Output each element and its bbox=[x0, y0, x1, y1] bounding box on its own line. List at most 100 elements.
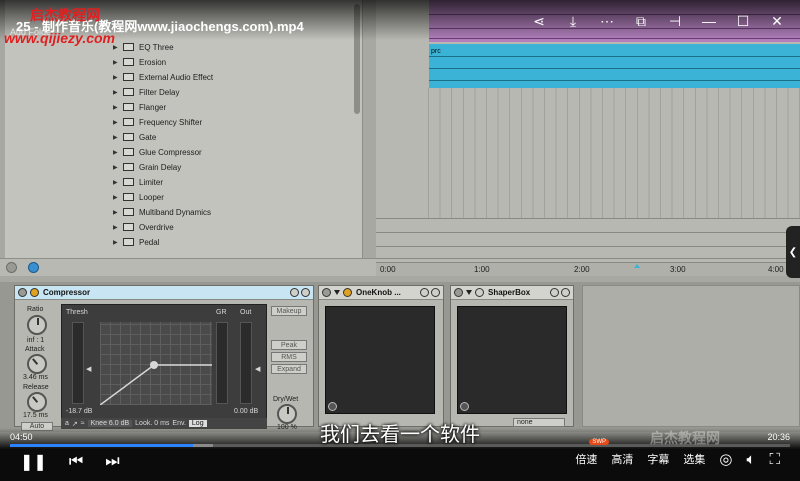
timeline-tick: 0:00 bbox=[380, 265, 396, 274]
browser-item-label: EQ Three bbox=[139, 42, 174, 52]
device-save-icon[interactable] bbox=[301, 288, 310, 297]
expand-arrow-icon[interactable]: ▶ bbox=[113, 149, 123, 156]
preview-icon[interactable] bbox=[28, 262, 39, 273]
ratio-knob[interactable] bbox=[27, 315, 47, 335]
arrangement-grid bbox=[428, 88, 800, 218]
oneknob-title-bar[interactable]: OneKnob ... bbox=[319, 286, 443, 300]
close-icon[interactable]: ✕ bbox=[768, 12, 786, 30]
compressor-name: Compressor bbox=[43, 288, 91, 297]
empty-device-slot[interactable] bbox=[582, 285, 800, 427]
browser-item[interactable]: ▶ Looper bbox=[113, 190, 164, 204]
timeline-tick: 1:00 bbox=[474, 265, 490, 274]
browser-item[interactable]: ▶ Flanger bbox=[113, 100, 166, 114]
expand-arrow-icon[interactable]: ▶ bbox=[113, 164, 123, 171]
expand-arrow-icon[interactable]: ▶ bbox=[113, 119, 123, 126]
previous-icon[interactable]: ⏮ bbox=[69, 453, 83, 471]
device-settings-icon[interactable] bbox=[550, 288, 559, 297]
device-fold-icon[interactable] bbox=[30, 288, 39, 297]
volume-icon[interactable]: 🔈︎ bbox=[746, 451, 755, 468]
plugin-wrench-icon[interactable] bbox=[343, 288, 352, 297]
transfer-curve-plot[interactable] bbox=[99, 322, 212, 406]
expand-arrow-icon[interactable]: ▶ bbox=[113, 194, 123, 201]
out-meter[interactable] bbox=[240, 322, 252, 404]
browser-item-label: Glue Compressor bbox=[139, 147, 202, 157]
browser-item[interactable]: ▶ Limiter bbox=[113, 175, 163, 189]
release-knob[interactable] bbox=[27, 392, 47, 412]
browser-item-label: Flanger bbox=[139, 102, 167, 112]
browser-item-label: Frequency Shifter bbox=[139, 117, 203, 127]
rms-button[interactable]: RMS bbox=[271, 352, 307, 362]
browser-item[interactable]: ▶ Overdrive bbox=[113, 220, 174, 234]
browser-item[interactable]: ▶ EQ Three bbox=[113, 40, 174, 54]
pin-icon[interactable]: ⊣ bbox=[666, 12, 684, 30]
shaperbox-plugin-pad[interactable] bbox=[457, 306, 567, 414]
peak-button[interactable]: Peak bbox=[271, 340, 307, 350]
minimize-icon[interactable]: — bbox=[700, 12, 718, 30]
side-panel-toggle-icon[interactable]: ❮ bbox=[786, 226, 800, 278]
device-settings-icon[interactable] bbox=[420, 288, 429, 297]
fullscreen-icon[interactable]: ⛶ bbox=[769, 451, 780, 468]
browser-item[interactable]: ▶ Pedal bbox=[113, 235, 159, 249]
device-settings-icon[interactable] bbox=[290, 288, 299, 297]
device-power-icon[interactable] bbox=[322, 288, 331, 297]
download-icon[interactable]: ⤓ bbox=[564, 12, 582, 30]
shaperbox-title-bar[interactable]: ShaperBox bbox=[451, 286, 573, 300]
makeup-button[interactable]: Makeup bbox=[271, 306, 307, 316]
expand-arrow-icon[interactable]: ▶ bbox=[113, 179, 123, 186]
speed-button[interactable]: 倍速 SWP bbox=[575, 439, 610, 467]
maximize-icon[interactable]: ☐ bbox=[734, 12, 752, 30]
expand-arrow-icon[interactable]: ▶ bbox=[113, 104, 123, 111]
thresh-meter[interactable] bbox=[72, 322, 84, 404]
device-save-icon[interactable] bbox=[561, 288, 570, 297]
device-folder-icon bbox=[123, 238, 134, 246]
expand-arrow-icon[interactable]: ▶ bbox=[113, 209, 123, 216]
device-fold-icon[interactable] bbox=[334, 290, 340, 295]
device-folder-icon bbox=[123, 103, 134, 111]
expand-arrow-icon[interactable]: ▶ bbox=[113, 239, 123, 246]
expand-arrow-icon[interactable]: ▶ bbox=[113, 224, 123, 231]
device-folder-icon bbox=[123, 148, 134, 156]
expand-arrow-icon[interactable]: ▶ bbox=[113, 134, 123, 141]
loop-icon[interactable]: ◎ bbox=[719, 450, 732, 468]
device-power-icon[interactable] bbox=[18, 288, 27, 297]
expand-arrow-icon[interactable]: ▶ bbox=[113, 74, 123, 81]
captions-button[interactable]: 字幕 bbox=[647, 451, 669, 467]
loop-marker[interactable] bbox=[634, 264, 640, 268]
compressor-title-bar[interactable]: Compressor bbox=[15, 286, 313, 300]
expand-arrow-icon[interactable]: ▶ bbox=[113, 59, 123, 66]
quality-button[interactable]: 高清 bbox=[611, 451, 633, 467]
browser-item[interactable]: ▶ External Audio Effect bbox=[113, 70, 213, 84]
oneknob-plugin-pad[interactable] bbox=[325, 306, 435, 414]
blue-track-clip[interactable]: prc bbox=[429, 44, 800, 88]
picture-in-picture-icon[interactable]: ⧉ bbox=[632, 12, 650, 30]
share-icon[interactable]: ⋖ bbox=[530, 12, 548, 30]
hotswap-icon[interactable] bbox=[6, 262, 17, 273]
browser-item[interactable]: ▶ Filter Delay bbox=[113, 85, 179, 99]
timeline-tick: 4:00 bbox=[768, 265, 784, 274]
browser-item[interactable]: ▶ Multiband Dynamics bbox=[113, 205, 211, 219]
expand-button[interactable]: Expand bbox=[271, 364, 307, 374]
thresh-value: -18.7 dB bbox=[66, 408, 93, 415]
device-chain: Compressor Ratio inf : 1 Attack 3.46 ms … bbox=[0, 282, 800, 432]
browser-item[interactable]: ▶ Frequency Shifter bbox=[113, 115, 202, 129]
plugin-knob-icon[interactable] bbox=[460, 402, 469, 411]
pause-icon[interactable]: ❚❚ bbox=[20, 452, 47, 472]
browser-item[interactable]: ▶ Glue Compressor bbox=[113, 145, 202, 159]
device-save-icon[interactable] bbox=[431, 288, 440, 297]
more-icon[interactable]: ⋯ bbox=[598, 12, 616, 30]
browser-item[interactable]: ▶ Grain Delay bbox=[113, 160, 181, 174]
browser-item[interactable]: ▶ Gate bbox=[113, 130, 156, 144]
automation-lanes bbox=[376, 218, 800, 262]
speed-label: 倍速 bbox=[575, 454, 598, 466]
next-icon[interactable]: ⏭ bbox=[105, 453, 119, 471]
plugin-wrench-icon[interactable] bbox=[475, 288, 484, 297]
device-fold-icon[interactable] bbox=[466, 290, 472, 295]
plugin-knob-icon[interactable] bbox=[328, 402, 337, 411]
attack-knob[interactable] bbox=[27, 354, 47, 374]
episodes-button[interactable]: 选集 bbox=[683, 451, 705, 467]
device-power-icon[interactable] bbox=[454, 288, 463, 297]
timeline-tick: 2:00 bbox=[574, 265, 590, 274]
browser-item[interactable]: ▶ Erosion bbox=[113, 55, 166, 69]
timeline-ruler[interactable]: 0:00 1:00 2:00 3:00 4:00 bbox=[376, 262, 800, 276]
expand-arrow-icon[interactable]: ▶ bbox=[113, 89, 123, 96]
